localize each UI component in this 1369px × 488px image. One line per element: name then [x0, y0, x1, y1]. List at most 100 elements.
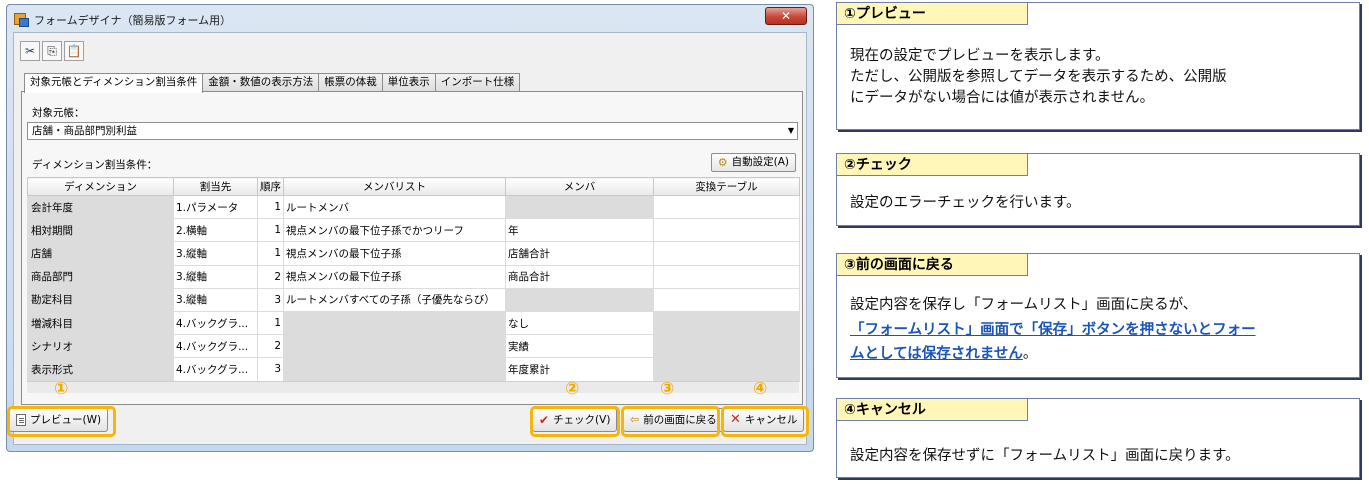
- callout-title: ④キャンセル: [837, 399, 1028, 421]
- form-designer-window: フォームデザイナ（簡易版フォーム用） ✕ ✂ ⎘ 📋 対象元帳とディメンション割…: [6, 4, 814, 452]
- grid-header-row: ディメンション 割当先 順序 メンバリスト メンバ 変換テーブル: [27, 177, 800, 196]
- callout-line: 現在の設定でプレビューを表示します。: [850, 48, 1110, 64]
- order-cell[interactable]: 1: [257, 241, 284, 266]
- callout-line: 設定内容を保存せずに「フォームリスト」画面に戻ります。: [850, 448, 1240, 464]
- order-cell[interactable]: 2: [257, 264, 284, 289]
- member-list-cell[interactable]: 視点メンバの最下位子孫: [283, 241, 506, 266]
- target-ledger-label: 対象元帳：: [32, 107, 85, 119]
- column-header[interactable]: メンバ: [505, 177, 654, 196]
- column-header[interactable]: メンバリスト: [283, 177, 506, 196]
- conversion-table-cell[interactable]: [653, 241, 800, 266]
- callout-preview: ①プレビュー 現在の設定でプレビューを表示します。 ただし、公開版を参照してデー…: [836, 2, 1360, 130]
- window-title: フォームデザイナ（簡易版フォーム用）: [34, 14, 232, 27]
- copy-icon[interactable]: ⎘: [42, 41, 62, 61]
- member-list-cell[interactable]: 視点メンバの最下位子孫: [283, 264, 506, 289]
- highlight-cancel: [721, 406, 809, 437]
- period-text: 。: [1022, 346, 1038, 362]
- table-row[interactable]: 店舗 3.縦軸 1 視点メンバの最下位子孫 店舗合計: [27, 241, 800, 266]
- order-cell[interactable]: 1: [257, 310, 284, 336]
- order-cell[interactable]: 2: [257, 334, 284, 359]
- table-row[interactable]: 勘定科目 3.縦軸 3 ルートメンバすべての子孫（子優先ならび）: [27, 287, 800, 312]
- table-row[interactable]: 商品部門 3.縦軸 2 視点メンバの最下位子孫 商品合計: [27, 264, 800, 289]
- emphasis-text: ムとしては保存されません: [850, 346, 1023, 362]
- member-cell[interactable]: 店舗合計: [505, 241, 654, 266]
- dimension-cell: シナリオ: [27, 334, 174, 359]
- member-list-cell[interactable]: ルートメンバ: [283, 194, 506, 220]
- assign-cell[interactable]: 2.横軸: [173, 218, 258, 243]
- tab-unit-display[interactable]: 単位表示: [381, 73, 436, 92]
- member-cell[interactable]: 実績: [505, 334, 654, 359]
- chevron-down-icon: ▼: [787, 126, 794, 135]
- callout-line: にデータがない場合には値が表示されません。: [850, 90, 1155, 106]
- conversion-table-cell[interactable]: [653, 287, 800, 312]
- column-header[interactable]: 割当先: [173, 177, 258, 196]
- member-cell: [505, 287, 654, 312]
- highlight-preview: [7, 406, 116, 437]
- dimension-cell: 商品部門: [27, 264, 174, 289]
- member-cell[interactable]: 商品合計: [505, 264, 654, 289]
- table-row[interactable]: 表示形式 4.バックグラ... 3 年度累計: [27, 357, 800, 382]
- member-list-cell[interactable]: 視点メンバの最下位子孫でかつリーフ: [283, 218, 506, 243]
- dimension-cell: 会計年度: [27, 194, 174, 220]
- column-header[interactable]: 順序: [257, 177, 284, 196]
- member-cell[interactable]: なし: [505, 310, 654, 336]
- member-list-cell[interactable]: ルートメンバすべての子孫（子優先ならび）: [283, 287, 506, 312]
- app-icon: [14, 13, 29, 27]
- tab-panel: 対象元帳： 店舗・商品部門別利益 ▼ ディメンション割当条件： ⚙ 自動設定(A…: [21, 91, 803, 405]
- close-button[interactable]: ✕: [765, 7, 807, 25]
- conversion-table-cell[interactable]: [653, 194, 800, 220]
- highlight-back: [621, 406, 720, 437]
- order-cell[interactable]: 1: [257, 194, 284, 220]
- callout-cancel: ④キャンセル 設定内容を保存せずに「フォームリスト」画面に戻ります。: [836, 398, 1360, 478]
- marker-4: ④: [753, 379, 768, 399]
- client-area: ✂ ⎘ 📋 対象元帳とディメンション割当条件 金額・数値の表示方法 帳票の体裁 …: [13, 32, 807, 445]
- member-cell[interactable]: 年: [505, 218, 654, 243]
- table-row[interactable]: 増減科目 4.バックグラ... 1 なし: [27, 310, 800, 336]
- tab-report-format[interactable]: 帳票の体裁: [318, 73, 383, 92]
- emphasis-text: 「フォームリスト」画面で「保存」ボタンを押さないとフォー: [850, 322, 1256, 338]
- dimension-cell: 表示形式: [27, 357, 174, 382]
- scissors-icon[interactable]: ✂: [20, 41, 40, 61]
- table-row[interactable]: 会計年度 1.パラメータ 1 ルートメンバ: [27, 194, 800, 220]
- gear-icon: ⚙: [717, 156, 728, 169]
- callout-line: ムとしては保存されません。: [850, 344, 1037, 365]
- tab-import-spec[interactable]: インポート仕様: [434, 73, 521, 92]
- tab-amount-display[interactable]: 金額・数値の表示方法: [202, 73, 320, 92]
- paste-icon[interactable]: 📋: [64, 41, 84, 61]
- column-header[interactable]: 変換テーブル: [653, 177, 800, 196]
- marker-1: ①: [54, 379, 69, 399]
- member-list-cell: [283, 357, 506, 382]
- highlight-check: [530, 406, 620, 437]
- callout-line: 設定内容を保存し「フォームリスト」画面に戻るが、: [850, 297, 1198, 313]
- table-row[interactable]: シナリオ 4.バックグラ... 2 実績: [27, 334, 800, 359]
- title-bar[interactable]: フォームデザイナ（簡易版フォーム用） ✕: [7, 5, 813, 31]
- assign-cell[interactable]: 1.パラメータ: [173, 194, 258, 220]
- callout-title: ①プレビュー: [837, 3, 1028, 25]
- column-header[interactable]: ディメンション: [27, 177, 174, 196]
- callout-back: ③前の画面に戻る 設定内容を保存し「フォームリスト」画面に戻るが、 「フォームリ…: [836, 253, 1360, 378]
- dimension-cell: 勘定科目: [27, 287, 174, 312]
- assign-cell[interactable]: 4.バックグラ...: [173, 334, 258, 359]
- target-ledger-select[interactable]: 店舗・商品部門別利益 ▼: [27, 122, 798, 140]
- conversion-table-cell: [653, 334, 800, 359]
- conversion-table-cell[interactable]: [653, 264, 800, 289]
- dimension-condition-label: ディメンション割当条件：: [32, 159, 158, 171]
- tab-ledger-dimension[interactable]: 対象元帳とディメンション割当条件: [24, 73, 204, 93]
- assign-cell[interactable]: 3.縦軸: [173, 287, 258, 312]
- assign-cell[interactable]: 4.バックグラ...: [173, 357, 258, 382]
- auto-setting-button[interactable]: ⚙ 自動設定(A): [710, 153, 796, 172]
- target-ledger-value: 店舗・商品部門別利益: [32, 125, 137, 137]
- callout-check: ②チェック 設定のエラーチェックを行います。: [836, 153, 1360, 226]
- order-cell[interactable]: 3: [257, 287, 284, 312]
- callout-title: ②チェック: [837, 154, 1028, 176]
- order-cell[interactable]: 1: [257, 218, 284, 243]
- conversion-table-cell[interactable]: [653, 218, 800, 243]
- assign-cell[interactable]: 4.バックグラ...: [173, 310, 258, 336]
- table-row[interactable]: 相対期間 2.横軸 1 視点メンバの最下位子孫でかつリーフ 年: [27, 218, 800, 243]
- horizontal-scrollbar[interactable]: [27, 381, 799, 393]
- assign-cell[interactable]: 3.縦軸: [173, 241, 258, 266]
- order-cell[interactable]: 3: [257, 357, 284, 382]
- member-cell[interactable]: 年度累計: [505, 357, 654, 382]
- assign-cell[interactable]: 3.縦軸: [173, 264, 258, 289]
- callout-line: ただし、公開版を参照してデータを表示するため、公開版: [850, 69, 1227, 85]
